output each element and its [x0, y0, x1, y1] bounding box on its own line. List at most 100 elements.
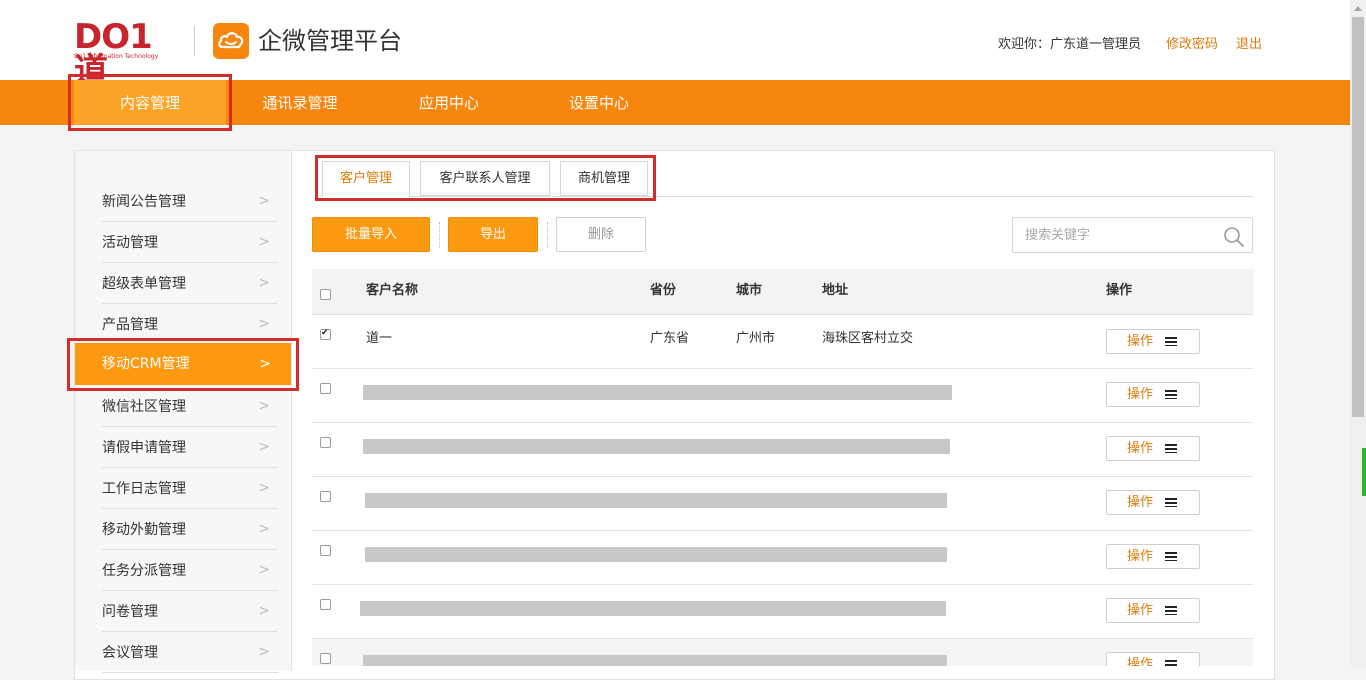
column-header-province: 省份 [650, 283, 677, 298]
row-action-label: 操作 [1127, 495, 1154, 510]
row-checkbox[interactable] [320, 491, 331, 502]
column-header-name: 客户名称 [366, 283, 419, 298]
sidebar-item-label: 移动CRM管理 [102, 356, 190, 372]
sidebar-item-label: 任务分派管理 [102, 563, 186, 579]
row-action-button[interactable]: 操作 [1106, 544, 1200, 569]
cell-address: 海珠区客村立交 [822, 331, 914, 346]
row-action-button[interactable]: 操作 [1106, 382, 1200, 407]
sidebar-item-field-work[interactable]: 移动外勤管理 > [102, 509, 278, 550]
menu-icon [1165, 552, 1177, 561]
sidebar-item-label: 产品管理 [102, 317, 158, 333]
scroll-up-arrow-icon[interactable] [1354, 6, 1362, 11]
sidebar-item-news[interactable]: 新闻公告管理 > [102, 181, 278, 222]
row-checkbox[interactable] [320, 599, 331, 610]
table-row: 操作 [312, 477, 1253, 531]
sidebar-item-task-dispatch[interactable]: 任务分派管理 > [102, 550, 278, 591]
table-row: 操作 [312, 423, 1253, 477]
sidebar-item-meeting[interactable]: 会议管理 > [102, 632, 278, 673]
sidebar: 新闻公告管理 > 活动管理 > 超级表单管理 > 产品管理 > 移动CRM管理 … [75, 151, 292, 673]
nav-item-contacts[interactable]: 通讯录管理 [226, 80, 374, 125]
row-checkbox[interactable] [320, 437, 331, 448]
header: DO1道 Do1 Information Technology 企微管理平台 欢… [0, 0, 1350, 88]
cloud-icon [213, 23, 249, 59]
nav-item-settings[interactable]: 设置中心 [524, 80, 674, 125]
sidebar-item-label: 活动管理 [102, 235, 158, 251]
row-action-button[interactable]: 操作 [1106, 598, 1200, 623]
row-action-button[interactable]: 操作 [1106, 329, 1200, 354]
search-input[interactable] [1025, 226, 1215, 244]
toolbar-separator [547, 222, 548, 248]
cell-city: 广州市 [736, 331, 776, 346]
chevron-right-icon: > [258, 480, 270, 496]
nav-item-content[interactable]: 内容管理 [74, 80, 226, 125]
tab-customer[interactable]: 客户管理 [322, 161, 410, 197]
row-checkbox[interactable] [320, 327, 331, 340]
row-action-button[interactable]: 操作 [1106, 652, 1200, 666]
menu-icon [1165, 498, 1177, 507]
chevron-right-icon: > [258, 398, 270, 414]
row-action-button[interactable]: 操作 [1106, 436, 1200, 461]
sidebar-item-label: 工作日志管理 [102, 481, 186, 497]
chevron-right-icon: > [258, 562, 270, 578]
sidebar-item-survey[interactable]: 问卷管理 > [102, 591, 278, 632]
menu-icon [1165, 606, 1177, 615]
redacted-content [363, 439, 950, 454]
nav-item-apps[interactable]: 应用中心 [374, 80, 524, 125]
sidebar-item-label: 请假申请管理 [102, 440, 186, 456]
logo-divider [194, 26, 195, 56]
logout-link[interactable]: 退出 [1236, 36, 1262, 54]
redacted-content [363, 385, 952, 400]
table-row: 道一 广东省 广州市 海珠区客村立交 操作 [312, 315, 1253, 369]
batch-import-button[interactable]: 批量导入 [312, 217, 430, 252]
chevron-right-icon: > [258, 275, 270, 291]
sidebar-item-label: 移动外勤管理 [102, 522, 186, 538]
table-row: 操作 [312, 369, 1253, 423]
redacted-content [363, 655, 947, 666]
app-title: 企微管理平台 [258, 27, 402, 55]
sidebar-item-product[interactable]: 产品管理 > [102, 304, 278, 345]
main-nav: 内容管理 通讯录管理 应用中心 设置中心 [0, 80, 1350, 125]
sidebar-item-label: 问卷管理 [102, 604, 158, 620]
redacted-content [365, 493, 947, 508]
row-checkbox[interactable] [320, 545, 331, 556]
vertical-scrollbar[interactable] [1350, 0, 1366, 666]
row-action-button[interactable]: 操作 [1106, 490, 1200, 515]
row-checkbox[interactable] [320, 653, 331, 664]
company-logo[interactable]: DO1道 Do1 Information Technology [74, 20, 184, 88]
scrollbar-thumb[interactable] [1352, 17, 1364, 417]
sidebar-item-label: 新闻公告管理 [102, 194, 186, 210]
chevron-right-icon: > [258, 439, 270, 455]
change-password-link[interactable]: 修改密码 [1166, 36, 1218, 54]
select-all-checkbox[interactable] [320, 289, 331, 300]
column-header-city: 城市 [736, 283, 763, 298]
menu-icon [1165, 444, 1177, 453]
table-row: 操作 [312, 531, 1253, 585]
export-button[interactable]: 导出 [448, 217, 538, 252]
row-action-label: 操作 [1127, 657, 1154, 666]
sidebar-item-mobile-crm[interactable]: 移动CRM管理 > [75, 343, 291, 385]
row-action-label: 操作 [1127, 549, 1154, 564]
tab-opportunity[interactable]: 商机管理 [560, 161, 648, 196]
menu-icon [1165, 660, 1177, 666]
toolbar-separator [439, 222, 440, 248]
sidebar-item-worklog[interactable]: 工作日志管理 > [102, 468, 278, 509]
chevron-right-icon: > [258, 316, 270, 332]
search-icon[interactable] [1223, 226, 1245, 248]
sidebar-item-label: 会议管理 [102, 645, 158, 661]
sidebar-item-label: 超级表单管理 [102, 276, 186, 292]
sidebar-item-super-form[interactable]: 超级表单管理 > [102, 263, 278, 304]
tab-divider [320, 196, 1253, 197]
search-box [1012, 217, 1253, 253]
tab-customer-contacts[interactable]: 客户联系人管理 [420, 161, 550, 196]
row-action-label: 操作 [1127, 441, 1154, 456]
sidebar-item-activity[interactable]: 活动管理 > [102, 222, 278, 263]
row-checkbox[interactable] [320, 383, 331, 394]
chevron-right-icon: > [258, 603, 270, 619]
menu-icon [1165, 337, 1177, 346]
chevron-right-icon: > [258, 234, 270, 250]
delete-button[interactable]: 删除 [556, 217, 646, 252]
sidebar-item-wechat-community[interactable]: 微信社区管理 > [102, 386, 278, 427]
sidebar-item-leave[interactable]: 请假申请管理 > [102, 427, 278, 468]
chevron-right-icon: > [259, 356, 271, 372]
cell-customer-name: 道一 [366, 331, 393, 346]
